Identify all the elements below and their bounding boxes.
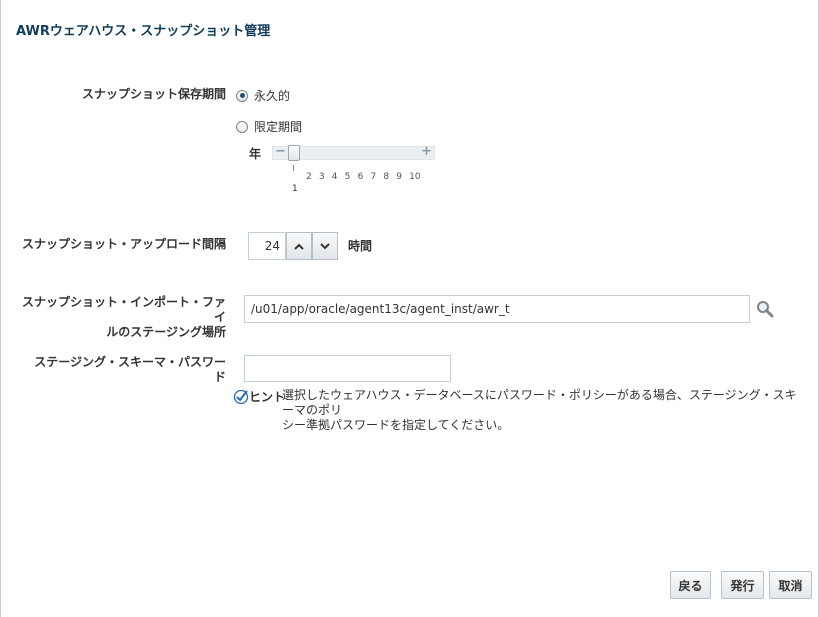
search-button[interactable] bbox=[755, 299, 775, 319]
minus-icon[interactable]: − bbox=[275, 144, 286, 159]
tick-label: 4 bbox=[331, 172, 338, 182]
slider-thumb[interactable] bbox=[288, 145, 300, 161]
tick-label: 9 bbox=[396, 172, 402, 182]
radio-limited[interactable]: 限定期間 bbox=[236, 118, 302, 135]
chevron-up-icon bbox=[294, 243, 304, 250]
staging-password-field[interactable] bbox=[244, 355, 451, 382]
hint-label: ヒント bbox=[249, 390, 286, 404]
tick-label: 8 bbox=[383, 172, 390, 182]
submit-button[interactable]: 発行 bbox=[721, 571, 764, 599]
cancel-button[interactable]: 取消 bbox=[769, 571, 812, 599]
radio-permanent-label: 永久的 bbox=[254, 89, 291, 103]
tick-label: 3 bbox=[318, 172, 325, 182]
radio-limited-label: 限定期間 bbox=[254, 120, 303, 134]
staging-location-label-line1: スナップショット・インポート・ファイ bbox=[21, 295, 226, 324]
staging-password-label-line1: ステージング・スキーマ・パスワー bbox=[34, 355, 226, 369]
slider-selected-value: 1 bbox=[292, 184, 298, 194]
radio-permanent-indicator[interactable] bbox=[236, 89, 248, 102]
checkmark-icon bbox=[233, 389, 249, 405]
tick-label: 10 bbox=[409, 172, 421, 182]
increment-button[interactable] bbox=[286, 232, 312, 260]
staging-password-label-line2: ド bbox=[213, 370, 226, 384]
page-title: AWRウェアハウス・スナップショット管理 bbox=[16, 24, 271, 39]
hint-text-line1: 選択したウェアハウス・データベースにパスワード・ポリシーがある場合、ステージング… bbox=[282, 388, 797, 417]
plus-icon[interactable]: + bbox=[421, 144, 432, 159]
radio-permanent[interactable]: 永久的 bbox=[236, 87, 290, 104]
radio-limited-indicator[interactable] bbox=[236, 120, 248, 133]
upload-interval-input[interactable]: 24 bbox=[248, 232, 286, 260]
staging-password-label: ステージング・スキーマ・パスワー ド bbox=[20, 355, 226, 385]
hint-text: 選択したウェアハウス・データベースにパスワード・ポリシーがある場合、ステージング… bbox=[282, 388, 802, 433]
tick-label: 2 bbox=[306, 172, 312, 182]
decrement-button[interactable] bbox=[312, 232, 338, 260]
slider-tick-labels: 2 3 4 5 6 7 8 9 10 bbox=[306, 172, 422, 182]
chevron-down-icon bbox=[320, 242, 330, 249]
staging-location-label-line2: ルのステージング場所 bbox=[106, 325, 226, 339]
tick-label: 6 bbox=[357, 172, 364, 182]
back-button[interactable]: 戻る bbox=[670, 571, 711, 599]
upload-interval-label: スナップショット・アップロード間隔 bbox=[21, 237, 226, 251]
tick-label: 5 bbox=[344, 172, 351, 182]
magnifier-icon bbox=[757, 301, 774, 318]
staging-location-input[interactable]: /u01/app/oracle/agent13c/agent_inst/awr_… bbox=[244, 295, 750, 323]
slider-tick-mark bbox=[293, 165, 294, 171]
upload-interval-unit: 時間 bbox=[348, 239, 373, 253]
tick-label: 7 bbox=[370, 172, 377, 182]
hint-text-line2: シー準拠パスワードを指定してください。 bbox=[282, 418, 510, 432]
staging-location-label: スナップショット・インポート・ファイ ルのステージング場所 bbox=[20, 295, 226, 340]
retention-label: スナップショット保存期間 bbox=[81, 87, 226, 101]
slider-unit-label: 年 bbox=[249, 147, 262, 161]
